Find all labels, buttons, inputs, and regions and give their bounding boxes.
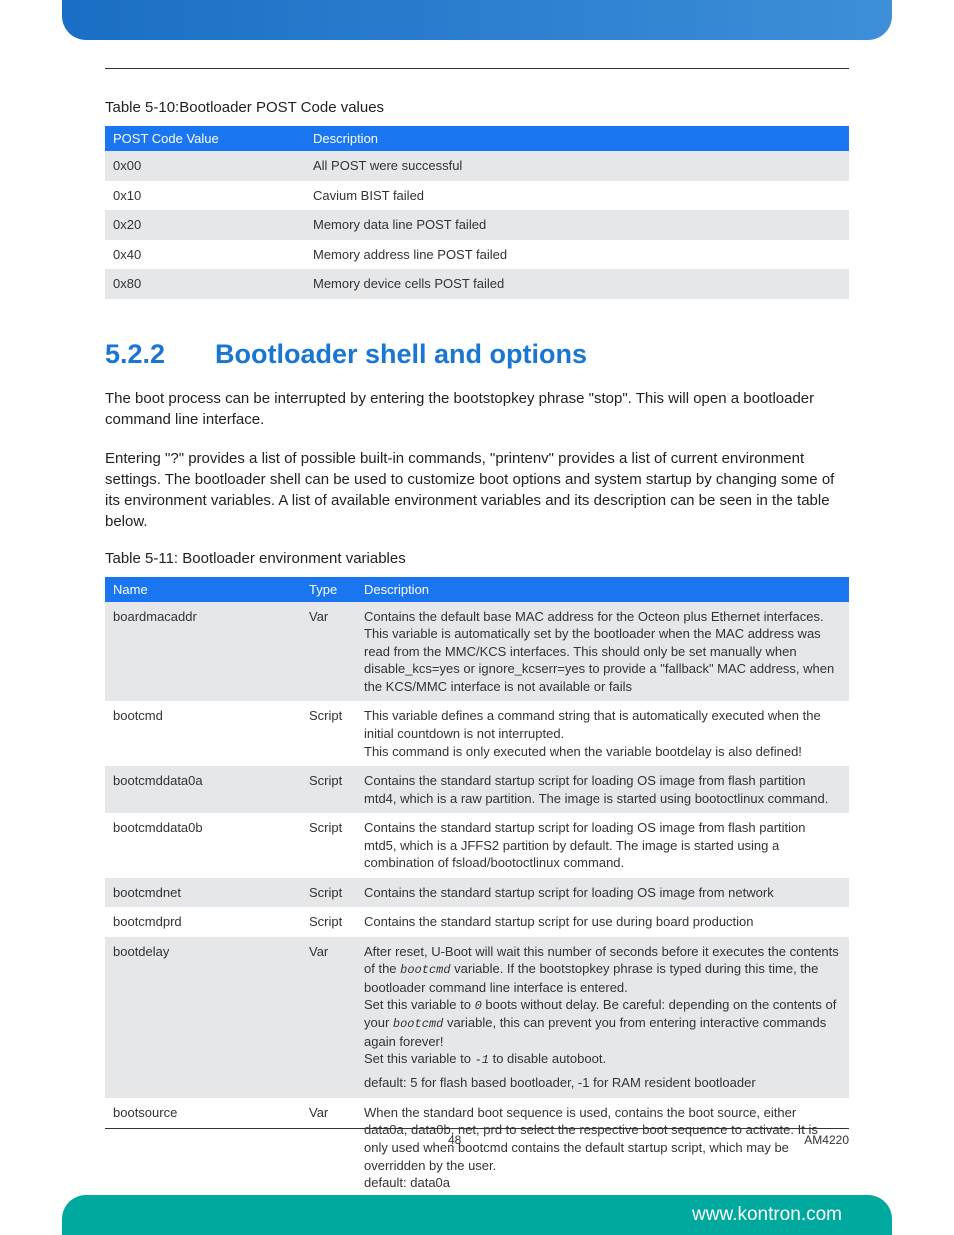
t1-header-desc: Description [305, 126, 849, 151]
env-type: Var [301, 1098, 356, 1198]
env-desc: When the standard boot sequence is used,… [356, 1098, 849, 1198]
table-row: bootcmdnetScriptContains the standard st… [105, 878, 849, 908]
table-cell: Memory address line POST failed [305, 240, 849, 270]
table-row: boardmacaddrVarContains the default base… [105, 602, 849, 702]
table-cell: 0x10 [105, 181, 305, 211]
env-name: boardmacaddr [105, 602, 301, 702]
env-name: bootdelay [105, 937, 301, 1098]
t2-header-desc: Description [356, 577, 849, 602]
page-footer: 48 AM4220 [105, 1128, 849, 1147]
env-type: Script [301, 766, 356, 813]
env-type: Script [301, 701, 356, 766]
heading-title: Bootloader shell and options [215, 339, 587, 369]
env-desc: Contains the standard startup script for… [356, 907, 849, 937]
table-row: bootcmddata0bScriptContains the standard… [105, 813, 849, 878]
page-content: Table 5-10:Bootloader POST Code values P… [105, 68, 849, 1147]
paragraph-2: Entering "?" provides a list of possible… [105, 448, 849, 532]
paragraph-1: The boot process can be interrupted by e… [105, 388, 849, 430]
table-cell: Memory device cells POST failed [305, 269, 849, 299]
table-row: bootcmdprdScriptContains the standard st… [105, 907, 849, 937]
env-name: bootcmd [105, 701, 301, 766]
top-rule [105, 68, 849, 69]
env-desc: Contains the standard startup script for… [356, 766, 849, 813]
env-type: Var [301, 602, 356, 702]
heading-number: 5.2.2 [105, 339, 215, 370]
env-name: bootcmdprd [105, 907, 301, 937]
doc-id: AM4220 [804, 1133, 849, 1147]
env-vars-table: Name Type Description boardmacaddrVarCon… [105, 577, 849, 1198]
table-row: 0x80Memory device cells POST failed [105, 269, 849, 299]
table-cell: All POST were successful [305, 151, 849, 181]
post-code-table: POST Code Value Description 0x00All POST… [105, 126, 849, 299]
footer-banner: www.kontron.com [62, 1195, 892, 1235]
env-desc: This variable defines a command string t… [356, 701, 849, 766]
env-type: Script [301, 813, 356, 878]
header-banner [62, 0, 892, 40]
table-2-caption: Table 5-11: Bootloader environment varia… [105, 550, 849, 567]
table-row: 0x10Cavium BIST failed [105, 181, 849, 211]
table-row: bootsourceVarWhen the standard boot sequ… [105, 1098, 849, 1198]
t1-header-code: POST Code Value [105, 126, 305, 151]
table-cell: 0x20 [105, 210, 305, 240]
table-1-caption: Table 5-10:Bootloader POST Code values [105, 99, 849, 116]
table-cell: Cavium BIST failed [305, 181, 849, 211]
env-name: bootcmdnet [105, 878, 301, 908]
env-name: bootcmddata0a [105, 766, 301, 813]
website-url: www.kontron.com [692, 1204, 842, 1226]
env-type: Var [301, 937, 356, 1098]
env-type: Script [301, 878, 356, 908]
table-cell: 0x00 [105, 151, 305, 181]
env-name: bootsource [105, 1098, 301, 1198]
table-row: 0x00All POST were successful [105, 151, 849, 181]
t2-header-name: Name [105, 577, 301, 602]
table-cell: Memory data line POST failed [305, 210, 849, 240]
table-row: 0x40Memory address line POST failed [105, 240, 849, 270]
env-name: bootcmddata0b [105, 813, 301, 878]
t2-header-type: Type [301, 577, 356, 602]
env-desc: Contains the standard startup script for… [356, 813, 849, 878]
env-desc: Contains the standard startup script for… [356, 878, 849, 908]
table-row: bootcmddata0aScriptContains the standard… [105, 766, 849, 813]
table-cell: 0x40 [105, 240, 305, 270]
env-desc: Contains the default base MAC address fo… [356, 602, 849, 702]
page-number: 48 [448, 1133, 461, 1147]
table-row: bootcmdScriptThis variable defines a com… [105, 701, 849, 766]
table-cell: 0x80 [105, 269, 305, 299]
section-heading: 5.2.2Bootloader shell and options [105, 339, 849, 370]
env-desc: After reset, U-Boot will wait this numbe… [356, 937, 849, 1098]
table-row: 0x20Memory data line POST failed [105, 210, 849, 240]
env-type: Script [301, 907, 356, 937]
table-row: bootdelayVarAfter reset, U-Boot will wai… [105, 937, 849, 1098]
